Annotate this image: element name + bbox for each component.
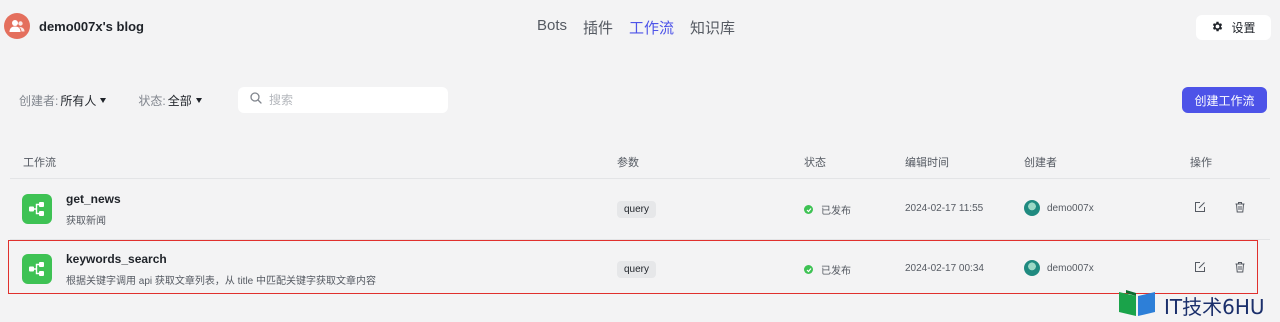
edited-time: 2024-02-17 11:55 <box>905 203 984 214</box>
creator: demo007x <box>1024 200 1094 216</box>
tab-bots[interactable]: Bots <box>537 17 567 38</box>
tab-workflows[interactable]: 工作流 <box>629 17 674 38</box>
table-row[interactable]: keywords_search 根据关键字调用 api 获取文章列表，从 tit… <box>0 240 1280 298</box>
creator-filter[interactable]: 创建者: 所有人 <box>19 92 107 109</box>
watermark: IT技术6HU <box>1118 288 1265 322</box>
check-circle-icon <box>804 205 813 214</box>
tab-plugins[interactable]: 插件 <box>583 17 613 38</box>
creator-filter-label: 创建者: <box>19 93 59 108</box>
search-input[interactable] <box>269 93 429 107</box>
caret-down-icon <box>195 97 202 103</box>
main-nav: Bots 插件 工作流 知识库 <box>537 17 735 38</box>
status-text: 已发布 <box>821 206 851 217</box>
creator-filter-value: 所有人 <box>60 93 97 108</box>
search-icon <box>250 91 262 109</box>
workflow-name[interactable]: get_news <box>66 192 121 206</box>
creator: demo007x <box>1024 260 1094 276</box>
caret-down-icon <box>100 97 107 103</box>
gear-icon <box>1211 20 1224 36</box>
filter-bar: 创建者: 所有人 状态: 全部 <box>19 87 202 113</box>
edited-time: 2024-02-17 00:34 <box>905 263 984 274</box>
search-box <box>238 87 448 113</box>
blog-name: demo007x's blog <box>39 18 144 34</box>
tab-knowledge[interactable]: 知识库 <box>690 17 735 38</box>
param-tag: query <box>617 261 657 278</box>
table-row[interactable]: get_news 获取新闻 query 已发布 2024-02-17 11:55… <box>0 180 1280 238</box>
creator-name: demo007x <box>1047 202 1094 214</box>
book-logo-icon <box>1118 288 1158 322</box>
brand[interactable]: demo007x's blog <box>4 13 144 39</box>
status-badge: 已发布 <box>804 202 851 217</box>
status-filter-label: 状态: <box>138 93 166 108</box>
settings-button[interactable]: 设置 <box>1196 15 1271 40</box>
settings-label: 设置 <box>1231 21 1256 35</box>
top-header: demo007x's blog Bots 插件 工作流 知识库 设置 <box>0 0 1280 56</box>
status-filter-value: 全部 <box>167 93 192 108</box>
workflow-description: 获取新闻 <box>66 216 106 227</box>
edit-icon[interactable] <box>1193 260 1207 274</box>
table-header: 工作流 参数 状态 编辑时间 创建者 操作 <box>0 148 1280 172</box>
divider <box>10 178 1270 179</box>
create-workflow-button[interactable]: 创建工作流 <box>1182 87 1267 113</box>
column-header-workflow: 工作流 <box>23 157 56 169</box>
watermark-text: IT技术6HU <box>1164 295 1265 319</box>
column-header-params: 参数 <box>617 157 639 169</box>
column-header-edited-time: 编辑时间 <box>905 157 949 169</box>
creator-name: demo007x <box>1047 262 1094 274</box>
param-tag: query <box>617 201 657 218</box>
trash-icon[interactable] <box>1233 200 1247 214</box>
workflow-icon <box>22 194 52 224</box>
status-badge: 已发布 <box>804 262 851 277</box>
avatar <box>1024 200 1040 216</box>
users-icon <box>4 13 30 39</box>
column-header-actions: 操作 <box>1190 157 1212 169</box>
status-filter[interactable]: 状态: 全部 <box>138 92 202 109</box>
avatar <box>1024 260 1040 276</box>
column-header-status: 状态 <box>804 157 826 169</box>
check-circle-icon <box>804 265 813 274</box>
edit-icon[interactable] <box>1193 200 1207 214</box>
column-header-creator: 创建者 <box>1024 157 1057 169</box>
workflow-description: 根据关键字调用 api 获取文章列表，从 title 中匹配关键字获取文章内容 <box>66 276 377 287</box>
trash-icon[interactable] <box>1233 260 1247 274</box>
workflow-icon <box>22 254 52 284</box>
workflow-name[interactable]: keywords_search <box>66 252 167 266</box>
status-text: 已发布 <box>821 266 851 277</box>
